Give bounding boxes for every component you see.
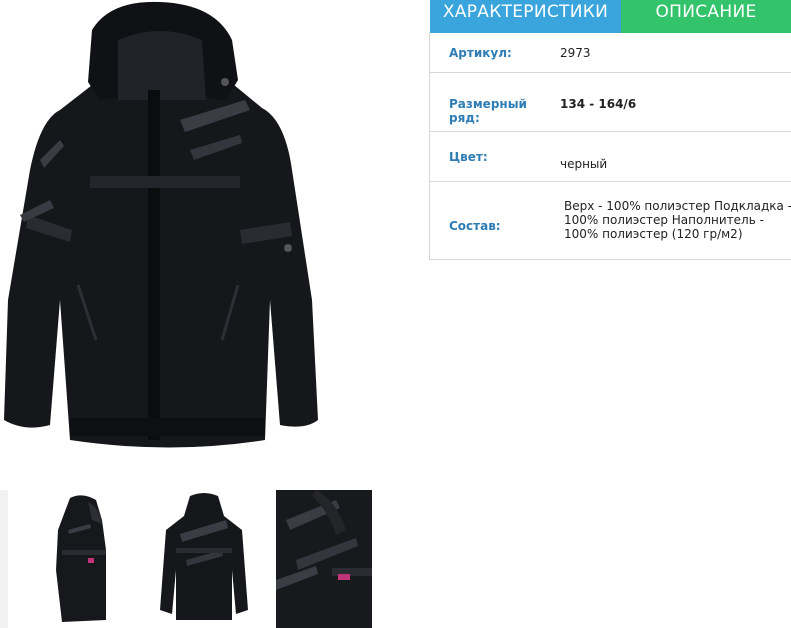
tab-description[interactable]: ОПИСАНИЕ	[621, 0, 791, 33]
specifications-table: Артикул: 2973 Размерный ряд: 134 - 164/6…	[429, 33, 791, 260]
spec-value-composition: Верх - 100% полиэстер Подкладка - 100% п…	[564, 199, 791, 241]
spec-label-composition: Состав:	[449, 219, 501, 233]
spec-value-color: черный	[560, 157, 608, 171]
thumbnail-back-view[interactable]	[156, 490, 252, 628]
spec-value-size-range: 134 - 164/6	[560, 97, 637, 111]
thumbnail-detail-view[interactable]	[276, 490, 372, 628]
tab-specifications[interactable]: ХАРАКТЕРИСТИКИ	[430, 0, 621, 33]
spec-row-article: Артикул: 2973	[430, 33, 791, 73]
spec-row-color: Цвет: черный	[430, 132, 791, 182]
thumbnail-partial[interactable]	[0, 490, 8, 628]
spec-row-size-range: Размерный ряд: 134 - 164/6	[430, 73, 791, 132]
spec-label-size-range: Размерный ряд:	[449, 97, 527, 125]
spec-label-color: Цвет:	[449, 150, 488, 164]
main-product-image[interactable]	[0, 0, 332, 455]
spec-value-article: 2973	[560, 46, 591, 60]
spec-row-composition: Состав: Верх - 100% полиэстер Подкладка …	[430, 182, 791, 260]
spec-label-article: Артикул:	[449, 46, 512, 60]
thumbnail-side-view[interactable]	[32, 490, 128, 628]
